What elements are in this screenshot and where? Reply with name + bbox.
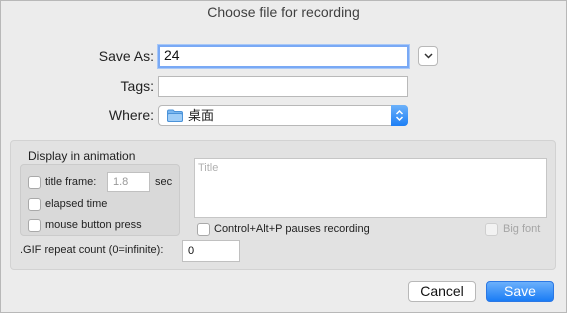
title-placeholder: Title	[198, 162, 219, 174]
gif-repeat-label: .GIF repeat count (0=infinite):	[20, 244, 164, 256]
save-dialog: Choose file for recording Save As: 24 Ta…	[0, 0, 567, 313]
big-font-label: Big font	[503, 223, 541, 235]
title-frame-unit: sec	[155, 176, 173, 188]
tags-field[interactable]	[158, 76, 408, 97]
where-popup[interactable]: 桌面	[158, 105, 408, 126]
elapsed-time-checkbox[interactable]	[28, 198, 41, 211]
mouse-button-press-checkbox[interactable]	[28, 219, 41, 232]
expand-dialog-button[interactable]	[418, 46, 438, 66]
save-button[interactable]: Save	[486, 281, 554, 302]
tags-label: Tags:	[120, 78, 154, 94]
where-label: Where:	[108, 107, 154, 123]
dialog-title: Choose file for recording	[207, 4, 360, 20]
folder-icon	[167, 109, 183, 122]
animation-group-title: Display in animation	[28, 149, 136, 163]
big-font-checkbox[interactable]	[485, 223, 498, 236]
save-as-field[interactable]: 24	[158, 45, 409, 68]
where-value: 桌面	[188, 108, 215, 123]
chevron-down-icon	[423, 53, 433, 59]
title-frame-seconds-field[interactable]: 1.8	[107, 172, 150, 192]
title-frame-checkbox[interactable]	[28, 176, 41, 189]
gif-repeat-field[interactable]: 0	[182, 240, 240, 262]
title-text-area[interactable]: Title	[194, 158, 547, 218]
up-down-chevron-icon	[395, 109, 404, 122]
pause-recording-label: Control+Alt+P pauses recording	[214, 223, 370, 235]
elapsed-time-label: elapsed time	[45, 198, 108, 210]
cancel-button[interactable]: Cancel	[408, 281, 476, 302]
save-as-label: Save As:	[98, 48, 154, 64]
popup-stepper[interactable]	[391, 105, 408, 126]
title-frame-label: title frame:	[45, 176, 97, 188]
pause-recording-checkbox[interactable]	[197, 223, 210, 236]
mouse-button-press-label: mouse button press	[45, 219, 142, 231]
